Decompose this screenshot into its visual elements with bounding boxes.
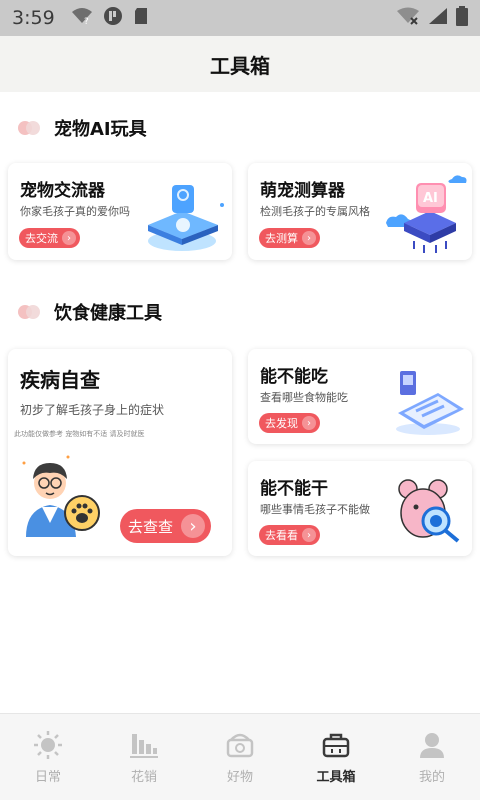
section-ai-toys: 宠物AI玩具: [18, 113, 147, 143]
page-title-bar: 工具箱: [0, 36, 480, 92]
sun-icon: [34, 730, 62, 759]
toolbox-icon: [322, 733, 350, 757]
section-dots-icon: [18, 121, 42, 135]
button-label: 去交流: [25, 232, 58, 245]
card-pet-chat[interactable]: 宠物交流器 你家毛孩子真的爱你吗 去交流 ›: [8, 163, 232, 260]
card-desc: 查看哪些食物能吃: [260, 391, 348, 404]
sd-card-icon: [133, 7, 149, 30]
arrow-right-icon: ›: [62, 231, 76, 245]
card-title: 疾病自查: [20, 368, 100, 392]
button-label: 去发现: [265, 417, 298, 430]
nav-item-spending[interactable]: 花销: [96, 714, 192, 800]
doctor-illustration-icon: [20, 453, 106, 543]
nav-label: 工具箱: [316, 769, 356, 785]
card-title: 能不能吃: [260, 367, 328, 387]
card-desc: 检测毛孩子的专属风格: [260, 205, 370, 218]
section-title: 宠物AI玩具: [54, 119, 147, 140]
nav-label: 我的: [418, 769, 445, 785]
card-pet-calc[interactable]: 萌宠测算器 检测毛孩子的专属风格 去测算 › AI: [248, 163, 472, 260]
nav-item-daily[interactable]: 日常: [0, 714, 96, 800]
go-view-button[interactable]: 去看看 ›: [259, 525, 320, 545]
card-desc: 初步了解毛孩子身上的症状: [20, 403, 165, 417]
page-title: 工具箱: [210, 53, 270, 78]
card-title: 能不能干: [260, 479, 328, 499]
battery-icon: [456, 5, 468, 31]
signal-icon: [428, 7, 448, 30]
wifi-off-icon: [396, 7, 420, 30]
disclaimer-note: 此功能仅做参考 宠物如有不适 请及时就医: [14, 430, 145, 438]
card-desc: 哪些事情毛孩子不能做: [260, 503, 370, 516]
bottom-nav: 日常 花销 好物 工具箱 我的: [0, 713, 480, 800]
tech-device-illustration-icon: [142, 181, 228, 257]
bar-chart-icon: [130, 733, 158, 758]
section-title: 饮食健康工具: [54, 303, 162, 324]
go-chat-button[interactable]: 去交流 ›: [19, 228, 80, 248]
go-calc-button[interactable]: 去测算 ›: [259, 228, 320, 248]
ai-chip-illustration-icon: AI: [378, 171, 468, 259]
wifi-question-icon: ?: [71, 7, 93, 30]
svg-text:?: ?: [84, 17, 89, 25]
status-time: 3:59: [12, 7, 55, 29]
button-label: 去看看: [265, 529, 298, 542]
card-desc: 你家毛孩子真的爱你吗: [20, 205, 130, 218]
app-notification-icon: [103, 6, 123, 31]
nav-label: 花销: [130, 769, 157, 785]
section-diet-health: 饮食健康工具: [18, 297, 162, 327]
mouse-magnifier-illustration-icon: [396, 475, 466, 549]
arrow-right-icon: ›: [302, 528, 316, 542]
arrow-right-icon: ›: [181, 514, 206, 538]
svg-text:AI: AI: [423, 191, 438, 206]
card-can-do[interactable]: 能不能干 哪些事情毛孩子不能做 去看看 ›: [248, 461, 472, 556]
person-icon: [420, 732, 444, 758]
card-disease-check[interactable]: 疾病自查 初步了解毛孩子身上的症状 此功能仅做参考 宠物如有不适 请及时就医 去: [8, 349, 232, 556]
basket-icon: [226, 733, 254, 757]
nav-item-mine[interactable]: 我的: [384, 714, 480, 800]
phone-food-illustration-icon: [388, 369, 468, 441]
nav-item-toolbox[interactable]: 工具箱: [288, 714, 384, 800]
section-dots-icon: [18, 305, 42, 319]
arrow-right-icon: ›: [302, 231, 316, 245]
card-can-eat[interactable]: 能不能吃 查看哪些食物能吃 去发现 ›: [248, 349, 472, 444]
go-discover-button[interactable]: 去发现 ›: [259, 413, 320, 433]
main-content: 宠物AI玩具 宠物交流器 你家毛孩子真的爱你吗 去交流 › 萌宠测算器 检测毛孩…: [0, 92, 480, 713]
nav-label: 好物: [226, 769, 253, 785]
button-label: 去测算: [265, 232, 298, 245]
nav-label: 日常: [34, 769, 61, 785]
button-label: 去查查: [128, 517, 174, 536]
go-check-button[interactable]: 去查查 ›: [120, 509, 212, 543]
card-title: 宠物交流器: [20, 181, 105, 201]
card-title: 萌宠测算器: [260, 181, 345, 201]
nav-item-goods[interactable]: 好物: [192, 714, 288, 800]
arrow-right-icon: ›: [302, 416, 316, 430]
status-bar: 3:59 ?: [0, 0, 480, 36]
